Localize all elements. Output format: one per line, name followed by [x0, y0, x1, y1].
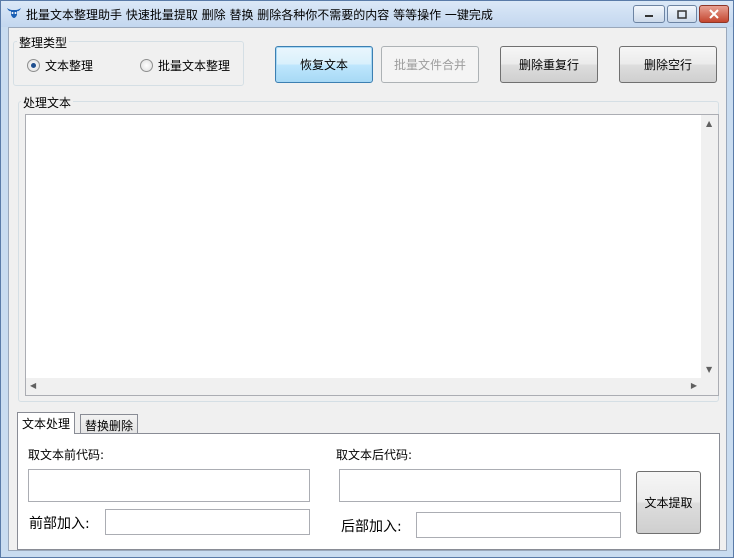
- main-client-area: 整理类型 文本整理 批量文本整理 恢复文本 批量文件合并 删除重复行 删除空行 …: [8, 27, 727, 551]
- maximize-button[interactable]: [667, 5, 697, 23]
- scroll-left-icon[interactable]: ◀: [30, 381, 36, 390]
- scroll-up-icon[interactable]: ▲: [706, 119, 712, 128]
- close-button[interactable]: [699, 5, 729, 23]
- scrollbar-corner: [701, 378, 718, 395]
- prefix-code-label: 取文本前代码:: [28, 448, 105, 462]
- remove-empty-lines-button[interactable]: 删除空行: [619, 46, 717, 83]
- close-icon: [709, 9, 719, 19]
- vertical-scrollbar[interactable]: ▲ ▼: [701, 115, 718, 378]
- minimize-icon: [645, 15, 653, 17]
- scroll-down-icon[interactable]: ▼: [706, 365, 712, 374]
- batch-merge-button[interactable]: 批量文件合并: [381, 46, 479, 83]
- back-add-label: 后部加入:: [341, 519, 402, 535]
- prefix-code-input[interactable]: [28, 469, 310, 502]
- dedupe-lines-button[interactable]: 删除重复行: [500, 46, 598, 83]
- tab-panel-text-process: 取文本前代码: 取文本后代码: 前部加入: 后部加入: 文本提取: [17, 433, 720, 550]
- tab-replace-delete[interactable]: 替换删除: [80, 414, 139, 434]
- tab-control: 文本处理 替换删除 取文本前代码: 取文本后代码: 前部加入: 后部加入: 文本…: [17, 412, 727, 550]
- extract-text-button[interactable]: 文本提取: [636, 471, 701, 534]
- horizontal-scrollbar[interactable]: ◀ ▶: [26, 378, 701, 395]
- suffix-code-label: 取文本后代码:: [336, 448, 413, 462]
- radio-batch-organize[interactable]: 批量文本整理: [140, 57, 230, 74]
- maximize-icon: [677, 9, 687, 19]
- process-text-label: 处理文本: [21, 94, 74, 111]
- radio-text-organize-label: 文本整理: [45, 59, 94, 73]
- radio-button-icon: [27, 59, 40, 72]
- process-text-area[interactable]: ▲ ▼ ◀ ▶: [25, 114, 719, 396]
- radio-batch-organize-label: 批量文本整理: [158, 59, 231, 73]
- back-add-input[interactable]: [416, 512, 621, 538]
- radio-text-organize[interactable]: 文本整理: [27, 57, 93, 74]
- app-window: 批量文本整理助手 快速批量提取 删除 替换 删除各种你不需要的内容 等等操作 一…: [0, 0, 734, 558]
- bull-logo-icon: [7, 8, 21, 18]
- front-add-input[interactable]: [105, 509, 310, 535]
- suffix-code-input[interactable]: [339, 469, 621, 502]
- tab-text-process[interactable]: 文本处理: [17, 412, 76, 434]
- type-group-label: 整理类型: [17, 34, 70, 51]
- restore-text-button[interactable]: 恢复文本: [275, 46, 373, 83]
- front-add-label: 前部加入:: [29, 516, 90, 532]
- window-title: 批量文本整理助手 快速批量提取 删除 替换 删除各种你不需要的内容 等等操作 一…: [26, 8, 493, 22]
- scroll-right-icon[interactable]: ▶: [691, 381, 697, 390]
- title-bar[interactable]: 批量文本整理助手 快速批量提取 删除 替换 删除各种你不需要的内容 等等操作 一…: [1, 1, 733, 27]
- radio-button-icon: [140, 59, 153, 72]
- minimize-button[interactable]: [633, 5, 665, 23]
